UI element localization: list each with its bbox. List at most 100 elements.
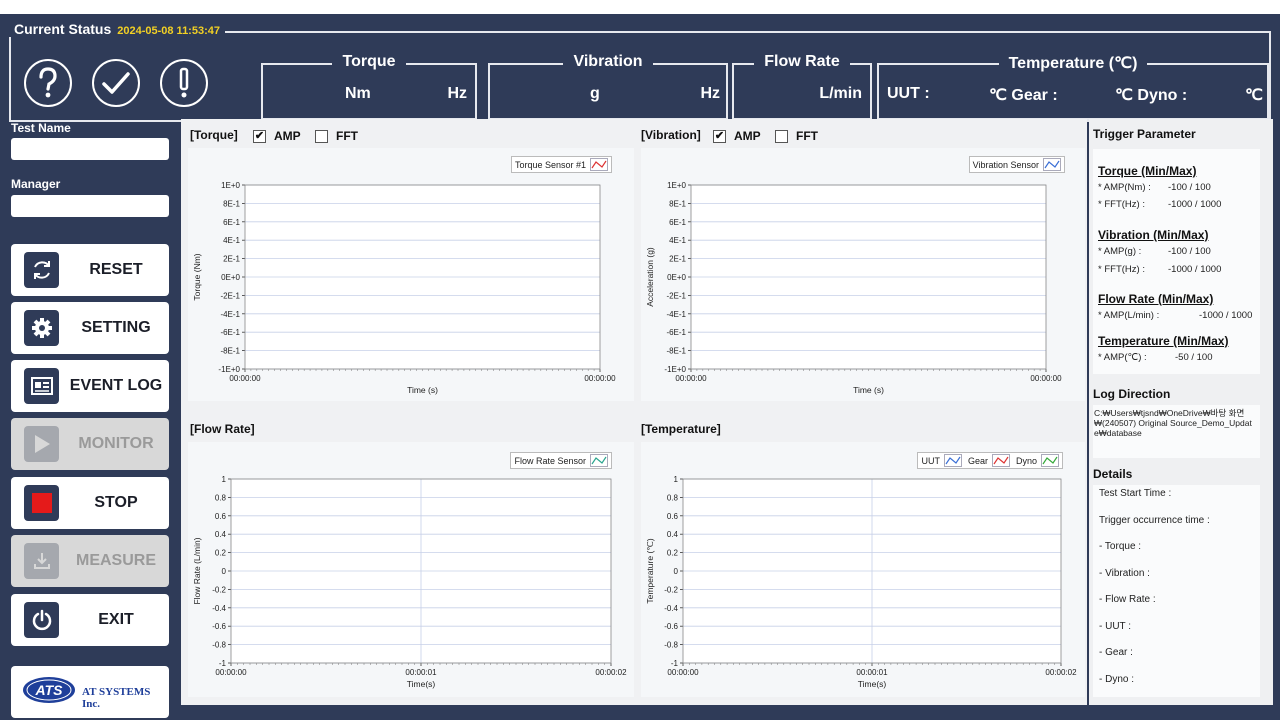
torque-fft-checkbox[interactable]: FFT — [315, 129, 358, 143]
detail-flow-rate: - Flow Rate : — [1099, 594, 1156, 605]
x-tick-label: 00:00:01 — [405, 668, 437, 677]
event-log-button[interactable]: EVENT LOG — [11, 360, 169, 412]
y-tick-label: -1E+0 — [218, 365, 240, 374]
check-icon[interactable] — [92, 59, 140, 107]
y-axis-label: Acceleration (g) — [645, 247, 655, 307]
temperature-amp-value: -50 / 100 — [1175, 352, 1213, 363]
y-tick-label: -0.8 — [664, 641, 678, 650]
current-status-title: Current Status 2024-05-08 11:53:47 — [9, 21, 225, 37]
detail-gear: - Gear : — [1099, 647, 1133, 658]
flow-rate-readout-label: Flow Rate — [754, 53, 850, 70]
temperature-chart-legend[interactable]: UUT Gear Dyno — [917, 452, 1063, 469]
y-tick-label: 0E+0 — [221, 273, 240, 282]
temperature-minmax-title: Temperature (Min/Max) — [1098, 334, 1229, 348]
company-logo: ATS AT SYSTEMS Inc. — [11, 666, 169, 718]
torque-panel-title: [Torque] — [190, 128, 238, 142]
help-icon[interactable] — [24, 59, 72, 107]
temperature-amp-key: * AMP(℃) : — [1098, 352, 1147, 363]
vibration-amp-key: * AMP(g) : — [1098, 246, 1142, 257]
flow-rate-chart[interactable]: 1 0.8 0.6 0.4 0.2 0 -0.2 -0.4 -0.6 -0.8 -1 00:00:00… — [188, 442, 634, 697]
log-direction-box[interactable]: C:₩Users₩tjsnd₩OneDrive₩바탕 화면₩(240507) O… — [1093, 405, 1260, 458]
y-tick-label: -6E-1 — [666, 328, 686, 337]
measure-button[interactable]: MEASURE — [11, 535, 169, 587]
flow-rate-minmax-title: Flow Rate (Min/Max) — [1098, 292, 1214, 306]
y-axis-label: Torque (Nm) — [192, 253, 202, 300]
torque-chart-legend[interactable]: Torque Sensor #1 — [510, 156, 612, 173]
torque-amp-checkbox[interactable]: ✔ AMP — [253, 129, 301, 143]
alert-icon[interactable] — [160, 59, 208, 107]
y-tick-label: 0 — [222, 567, 227, 576]
setting-button-label: SETTING — [81, 319, 151, 336]
torque-minmax-title: Torque (Min/Max) — [1098, 164, 1197, 178]
x-tick-label: 00:00:00 — [229, 374, 261, 383]
torque-unit-hz: Hz — [447, 85, 467, 102]
flow-rate-readout: Flow Rate L/min — [732, 53, 872, 120]
flow-rate-unit: L/min — [819, 85, 862, 102]
details-section: Test Start Time : Trigger occurrence tim… — [1093, 485, 1260, 697]
test-name-input[interactable] — [11, 138, 169, 160]
x-tick-label: 00:00:00 — [667, 668, 699, 677]
company-name: AT SYSTEMS Inc. — [82, 686, 151, 710]
x-tick-label: 00:00:00 — [675, 374, 707, 383]
monitor-button[interactable]: MONITOR — [11, 418, 169, 470]
stop-button[interactable]: STOP — [11, 477, 169, 529]
event-log-button-label: EVENT LOG — [69, 377, 163, 394]
x-axis-label: Time (s) — [407, 385, 438, 395]
play-icon — [24, 426, 59, 462]
y-tick-label: 1E+0 — [667, 181, 686, 190]
vibration-readout: Vibration g Hz — [488, 53, 728, 120]
manager-input[interactable] — [11, 195, 169, 217]
temperature-amp-row: * AMP(℃) : -50 / 100 — [1098, 352, 1213, 363]
temperature-dyno-unit: ℃ — [1245, 87, 1263, 104]
measure-button-label: MEASURE — [75, 552, 156, 569]
vibration-fft-checkbox[interactable]: FFT — [775, 129, 818, 143]
exit-button[interactable]: EXIT — [11, 594, 169, 646]
vibration-chart-legend[interactable]: Vibration Sensor — [968, 156, 1065, 173]
torque-chart[interactable]: 1E+0 8E-1 6E-1 4E-1 2E-1 0E+0 -2E-1 -4E-1 -6E-1 -… — [188, 148, 634, 401]
y-tick-label: 8E-1 — [223, 199, 240, 208]
detail-uut: - UUT : — [1099, 621, 1132, 632]
log-direction-title: Log Direction — [1093, 387, 1171, 401]
details-title: Details — [1093, 467, 1133, 481]
checkbox-unchecked-icon — [315, 129, 328, 143]
y-tick-label: -0.2 — [664, 585, 678, 594]
y-tick-label: -4E-1 — [666, 310, 686, 319]
detail-dyno: - Dyno : — [1099, 674, 1135, 685]
torque-amp-label: AMP — [274, 129, 301, 143]
x-axis-label: Time (s) — [853, 385, 884, 395]
chart-svg: 1 0.8 0.6 0.4 0.2 0 -0.2 -0.4 -0.6 -0.8 -100:00:00… — [645, 475, 1077, 689]
vibration-amp-value: -100 / 100 — [1168, 246, 1211, 257]
setting-button[interactable]: SETTING — [11, 302, 169, 354]
exit-button-label: EXIT — [98, 611, 134, 628]
vibration-readout-label: Vibration — [563, 53, 653, 70]
legend-line-icon — [590, 454, 608, 467]
chart-svg: 1E+0 8E-1 6E-1 4E-1 2E-1 0E+0 -2E-1 -4E-1 -6E-1 -… — [645, 181, 1062, 395]
vibration-chart[interactable]: 1E+0 8E-1 6E-1 4E-1 2E-1 0E+0 -2E-1 -4E-1 -6E-1 -… — [641, 148, 1085, 401]
power-icon — [24, 602, 59, 638]
y-tick-label: -2E-1 — [220, 291, 240, 300]
x-tick-label: 00:00:02 — [1045, 668, 1077, 677]
y-tick-label: -0.8 — [212, 641, 226, 650]
y-tick-label: 4E-1 — [223, 236, 240, 245]
flow-rate-amp-value: -1000 / 1000 — [1199, 310, 1253, 321]
vibration-amp-label: AMP — [734, 129, 761, 143]
y-axis-label: Flow Rate (L/min) — [192, 537, 202, 604]
y-tick-label: -0.6 — [664, 622, 678, 631]
y-tick-label: -0.6 — [212, 622, 226, 631]
legend-line-icon — [991, 454, 1010, 467]
chart-svg: 1E+0 8E-1 6E-1 4E-1 2E-1 0E+0 -2E-1 -4E-1 -6E-1 -… — [192, 181, 616, 395]
flow-rate-chart-legend[interactable]: Flow Rate Sensor — [510, 452, 612, 469]
vibration-fft-label: FFT — [796, 129, 818, 143]
x-axis-label: Time(s) — [407, 679, 436, 689]
y-tick-label: -6E-1 — [220, 328, 240, 337]
trigger-parameter-section: Torque (Min/Max) * AMP(Nm) : -100 / 100 *… — [1093, 149, 1260, 374]
torque-fft-row: * FFT(Hz) : -1000 / 1000 — [1098, 199, 1221, 210]
torque-fft-value: -1000 / 1000 — [1168, 199, 1222, 210]
legend-entry-dyno: Dyno — [1015, 455, 1037, 466]
download-icon — [24, 543, 59, 579]
temperature-chart[interactable]: 1 0.8 0.6 0.4 0.2 0 -0.2 -0.4 -0.6 -0.8 -1 00:00:00… — [641, 442, 1085, 697]
reset-button[interactable]: RESET — [11, 244, 169, 296]
detail-vibration: - Vibration : — [1099, 568, 1150, 579]
vibration-amp-checkbox[interactable]: ✔ AMP — [713, 129, 761, 143]
legend-line-icon — [943, 454, 962, 467]
